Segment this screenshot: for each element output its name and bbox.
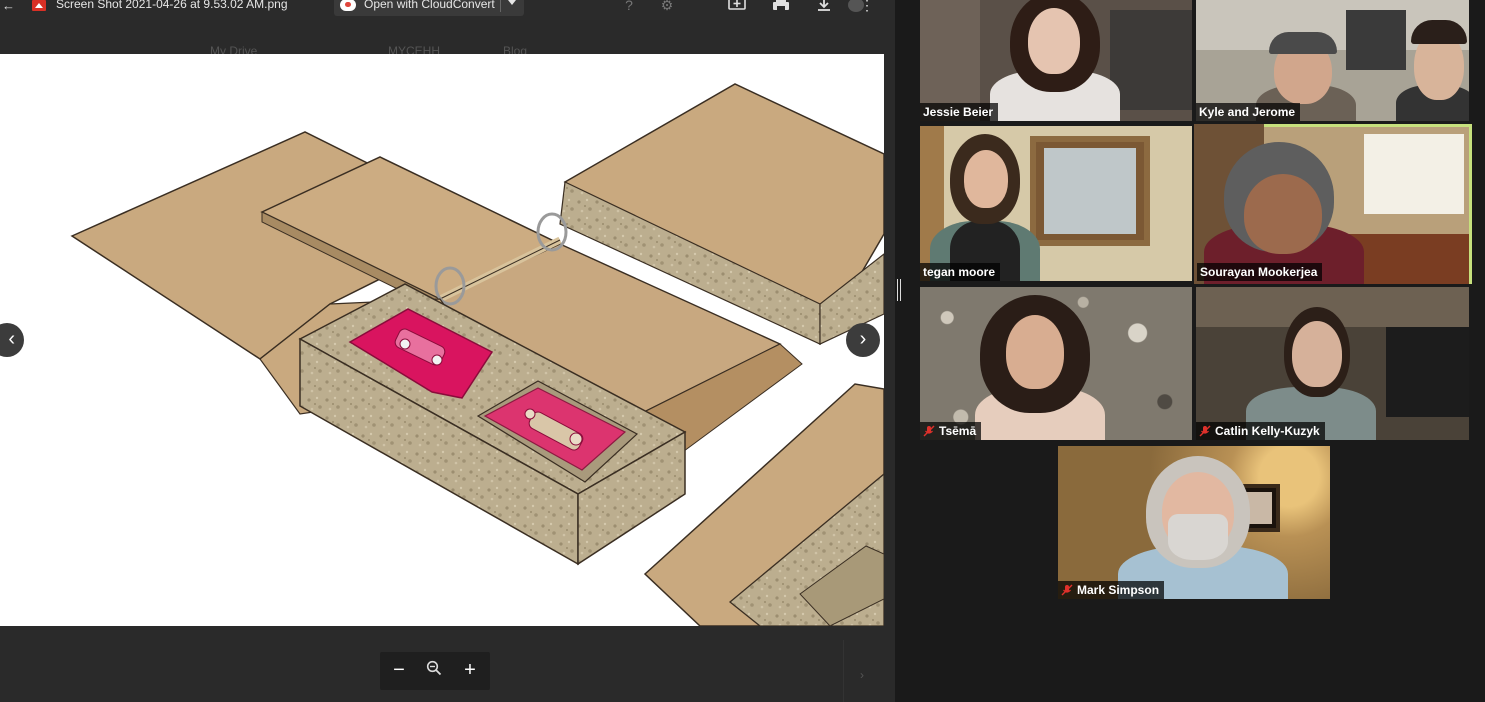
- video-background: [1044, 148, 1136, 234]
- video-gallery: Jessie Beier Kyle and Jerome tegan moore…: [917, 0, 1485, 702]
- participant-tile-kyle-and-jerome[interactable]: Kyle and Jerome: [1196, 0, 1469, 121]
- participant-tile-tegan-moore[interactable]: tegan moore: [920, 126, 1192, 281]
- participant-video: [1028, 8, 1080, 74]
- participant-name-label: Mark Simpson: [1058, 581, 1165, 599]
- video-background: [1346, 10, 1406, 70]
- participant-tile-catlin-kelly-kuzyk[interactable]: Catlin Kelly-Kuzyk: [1196, 287, 1469, 440]
- participant-video: [1168, 514, 1228, 560]
- participant-tile-jessie-beier[interactable]: Jessie Beier: [920, 0, 1192, 121]
- more-vert-icon[interactable]: ⋮: [858, 0, 876, 14]
- open-with-button[interactable]: Open with CloudConvert: [334, 0, 524, 16]
- binder-illustration: [70, 83, 884, 626]
- drive-toolbar-background: My Drive MYCEHH Blog: [0, 40, 895, 58]
- cloudconvert-icon: [340, 0, 356, 11]
- mic-muted-icon: [923, 425, 935, 437]
- participant-name-text: Tsēmā: [939, 424, 977, 438]
- download-icon[interactable]: [815, 0, 833, 14]
- participant-video: [1411, 20, 1467, 44]
- gear-icon[interactable]: ⚙: [658, 0, 676, 14]
- print-icon[interactable]: [772, 0, 790, 14]
- participant-video: [1269, 32, 1337, 54]
- chevron-right-icon[interactable]: ›: [860, 668, 864, 682]
- chevron-down-icon[interactable]: [508, 0, 516, 5]
- help-icon[interactable]: ?: [620, 0, 638, 14]
- participant-name-label: Catlin Kelly-Kuzyk: [1196, 422, 1325, 440]
- participant-tile-sourayan-mookerjea[interactable]: Sourayan Mookerjea: [1194, 124, 1472, 284]
- video-background: [1364, 134, 1464, 214]
- file-name: Screen Shot 2021-04-26 at 9.53.02 AM.png: [56, 0, 288, 11]
- splitter-handle-icon[interactable]: [897, 279, 901, 301]
- participant-name-label: Jessie Beier: [920, 103, 999, 121]
- next-image-button[interactable]: ›: [846, 323, 880, 357]
- participant-tile-tsema[interactable]: Tsēmā: [920, 287, 1192, 440]
- participant-name-label: Tsēmā: [920, 422, 982, 440]
- participant-name-label: Sourayan Mookerjea: [1197, 263, 1323, 281]
- zoom-controls: − +: [380, 652, 490, 690]
- participant-tile-mark-simpson[interactable]: Mark Simpson: [1058, 446, 1330, 599]
- participant-name-label: Kyle and Jerome: [1196, 103, 1301, 121]
- mic-muted-icon: [1061, 584, 1073, 596]
- zoom-in-button[interactable]: +: [459, 660, 481, 682]
- back-arrow-icon[interactable]: ←: [2, 0, 15, 12]
- participant-name-text: Catlin Kelly-Kuzyk: [1215, 424, 1320, 438]
- zoom-out-button[interactable]: −: [388, 660, 410, 682]
- participant-name-label: tegan moore: [920, 263, 1001, 281]
- add-comment-icon[interactable]: [728, 0, 746, 14]
- viewer-divider: [843, 640, 844, 702]
- participant-name-text: Mark Simpson: [1077, 583, 1160, 597]
- video-background: [1110, 10, 1192, 110]
- video-background: [1386, 327, 1469, 417]
- participant-video: [1292, 321, 1342, 387]
- preview-image: [0, 54, 884, 626]
- image-viewer: ← Screen Shot 2021-04-26 at 9.53.02 AM.p…: [0, 0, 895, 702]
- mic-muted-icon: [1199, 425, 1211, 437]
- participant-video: [1006, 315, 1064, 389]
- image-file-icon: [32, 0, 46, 11]
- zoom-icon[interactable]: [423, 660, 445, 682]
- participant-video: [964, 150, 1008, 208]
- open-with-separator: [500, 0, 501, 12]
- participant-video: [1244, 174, 1322, 254]
- viewer-top-bar: ← Screen Shot 2021-04-26 at 9.53.02 AM.p…: [0, 0, 895, 20]
- panel-splitter[interactable]: [895, 0, 917, 702]
- open-with-label: Open with CloudConvert: [364, 0, 495, 11]
